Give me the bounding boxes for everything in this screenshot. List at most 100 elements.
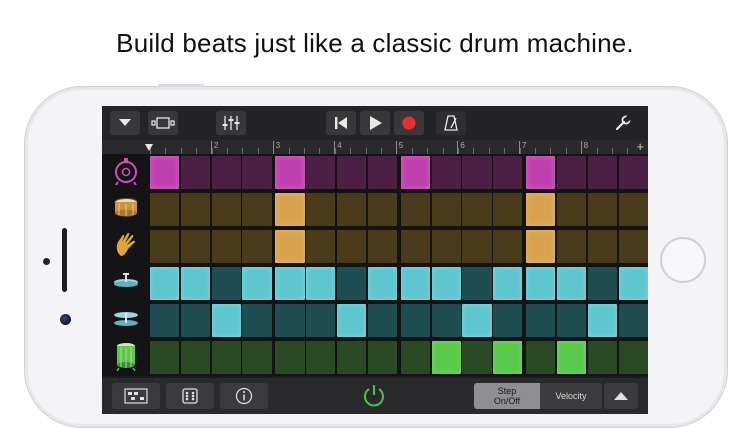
step-cell[interactable] bbox=[242, 341, 272, 374]
step-cell[interactable] bbox=[462, 341, 492, 374]
step-cell[interactable] bbox=[587, 230, 618, 263]
step-cell[interactable] bbox=[275, 341, 305, 374]
step-cell[interactable] bbox=[242, 304, 272, 337]
step-cell[interactable] bbox=[337, 156, 367, 189]
record-button[interactable] bbox=[394, 111, 424, 135]
step-cell[interactable] bbox=[493, 156, 523, 189]
step-onoff-mode-button[interactable]: Step On/Off bbox=[474, 383, 540, 409]
home-button[interactable] bbox=[660, 237, 706, 283]
randomize-button[interactable] bbox=[166, 383, 214, 409]
step-cell[interactable] bbox=[367, 156, 398, 189]
step-cell[interactable] bbox=[275, 304, 305, 337]
play-button[interactable] bbox=[360, 111, 390, 135]
step-cell[interactable] bbox=[367, 193, 398, 226]
floor-tom-track-button[interactable] bbox=[104, 341, 148, 375]
step-cell[interactable] bbox=[557, 156, 587, 189]
step-cell[interactable] bbox=[493, 267, 523, 300]
step-cell[interactable] bbox=[211, 230, 241, 263]
step-cell[interactable] bbox=[462, 156, 492, 189]
step-cell[interactable] bbox=[306, 156, 336, 189]
step-cell[interactable] bbox=[618, 341, 648, 374]
step-cell[interactable] bbox=[367, 304, 398, 337]
step-cell[interactable] bbox=[431, 193, 461, 226]
step-cell[interactable] bbox=[618, 267, 648, 300]
step-cell[interactable] bbox=[180, 304, 211, 337]
step-cell[interactable] bbox=[587, 193, 618, 226]
step-cell[interactable] bbox=[431, 267, 461, 300]
step-cell[interactable] bbox=[493, 341, 523, 374]
add-section-icon[interactable]: + bbox=[636, 139, 644, 154]
step-cell[interactable] bbox=[211, 304, 241, 337]
view-toggle-button[interactable] bbox=[148, 111, 178, 135]
snare-drum-track-button[interactable] bbox=[104, 193, 148, 227]
step-cell[interactable] bbox=[150, 304, 180, 337]
step-cell[interactable] bbox=[150, 267, 180, 300]
step-cell[interactable] bbox=[306, 267, 336, 300]
step-cell[interactable] bbox=[400, 156, 431, 189]
step-cell[interactable] bbox=[306, 304, 336, 337]
step-cell[interactable] bbox=[400, 267, 431, 300]
step-cell[interactable] bbox=[587, 304, 618, 337]
step-cell[interactable] bbox=[337, 193, 367, 226]
step-cell[interactable] bbox=[587, 341, 618, 374]
expand-button[interactable] bbox=[604, 383, 638, 409]
step-cell[interactable] bbox=[242, 193, 272, 226]
step-cell[interactable] bbox=[150, 156, 180, 189]
step-cell[interactable] bbox=[367, 341, 398, 374]
step-cell[interactable] bbox=[526, 230, 556, 263]
step-cell[interactable] bbox=[211, 193, 241, 226]
step-cell[interactable] bbox=[431, 341, 461, 374]
step-cell[interactable] bbox=[337, 341, 367, 374]
step-cell[interactable] bbox=[557, 193, 587, 226]
step-cell[interactable] bbox=[400, 193, 431, 226]
step-cell[interactable] bbox=[618, 193, 648, 226]
step-cell[interactable] bbox=[557, 341, 587, 374]
step-cell[interactable] bbox=[493, 193, 523, 226]
pattern-button[interactable] bbox=[112, 383, 160, 409]
step-cell[interactable] bbox=[462, 193, 492, 226]
step-cell[interactable] bbox=[242, 267, 272, 300]
step-cell[interactable] bbox=[367, 230, 398, 263]
step-cell[interactable] bbox=[400, 304, 431, 337]
settings-button[interactable] bbox=[608, 111, 638, 135]
step-cell[interactable] bbox=[211, 341, 241, 374]
step-cell[interactable] bbox=[618, 156, 648, 189]
step-cell[interactable] bbox=[526, 193, 556, 226]
open-hihat-track-button[interactable] bbox=[104, 304, 148, 338]
step-cell[interactable] bbox=[242, 156, 272, 189]
step-cell[interactable] bbox=[275, 267, 305, 300]
step-cell[interactable] bbox=[493, 304, 523, 337]
step-cell[interactable] bbox=[462, 304, 492, 337]
step-cell[interactable] bbox=[275, 156, 305, 189]
step-cell[interactable] bbox=[180, 267, 211, 300]
step-cell[interactable] bbox=[587, 156, 618, 189]
step-cell[interactable] bbox=[557, 230, 587, 263]
power-button[interactable] bbox=[360, 382, 388, 410]
step-cell[interactable] bbox=[150, 193, 180, 226]
step-cell[interactable] bbox=[526, 267, 556, 300]
kick-drum-track-button[interactable] bbox=[104, 156, 148, 190]
step-cell[interactable] bbox=[618, 230, 648, 263]
step-cell[interactable] bbox=[306, 230, 336, 263]
step-cell[interactable] bbox=[462, 230, 492, 263]
step-cell[interactable] bbox=[618, 304, 648, 337]
step-cell[interactable] bbox=[211, 156, 241, 189]
step-cell[interactable] bbox=[431, 156, 461, 189]
step-cell[interactable] bbox=[431, 304, 461, 337]
step-cell[interactable] bbox=[306, 341, 336, 374]
step-cell[interactable] bbox=[400, 341, 431, 374]
browser-menu-button[interactable] bbox=[110, 111, 140, 135]
mixer-button[interactable] bbox=[216, 111, 246, 135]
step-cell[interactable] bbox=[275, 193, 305, 226]
timeline-ruler[interactable]: 2 3 4 5 6 7 8 + bbox=[102, 139, 648, 154]
step-cell[interactable] bbox=[150, 341, 180, 374]
step-cell[interactable] bbox=[493, 230, 523, 263]
step-cell[interactable] bbox=[337, 230, 367, 263]
step-cell[interactable] bbox=[275, 230, 305, 263]
velocity-mode-button[interactable]: Velocity bbox=[540, 383, 602, 409]
go-to-start-button[interactable] bbox=[326, 111, 356, 135]
playhead-marker[interactable] bbox=[145, 144, 153, 151]
step-cell[interactable] bbox=[431, 230, 461, 263]
step-cell[interactable] bbox=[180, 193, 211, 226]
step-cell[interactable] bbox=[211, 267, 241, 300]
